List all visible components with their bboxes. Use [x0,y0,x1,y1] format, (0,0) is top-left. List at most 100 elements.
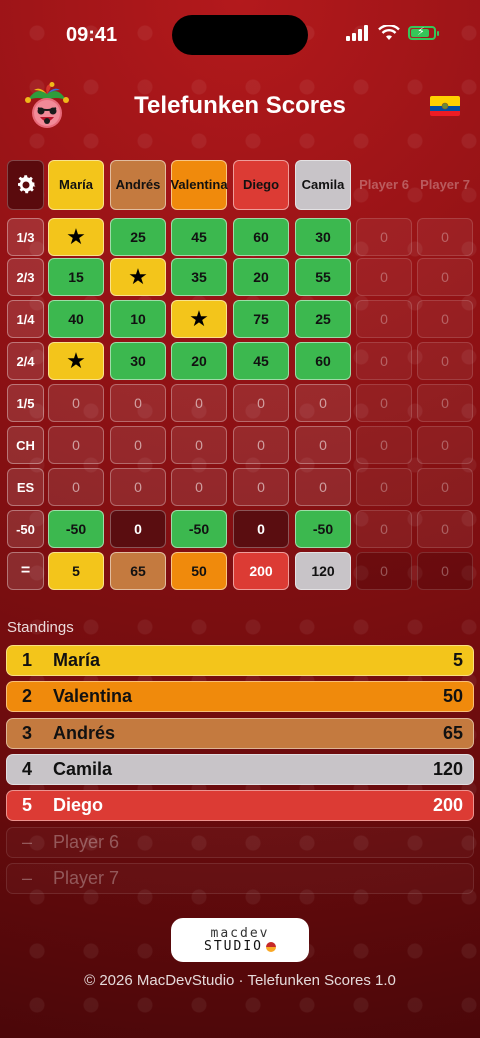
score-cell[interactable]: 20 [233,258,289,296]
winner-star-cell[interactable]: ★ [171,300,227,338]
logo-line2: STUDIO [204,940,276,953]
battery-icon: ⚡ [408,26,439,40]
standing-row: – Player 6 [6,827,474,858]
score-cell[interactable]: 0 [356,468,412,506]
total-cell: 0 [356,552,412,590]
player-header-5[interactable]: Camila [295,160,351,210]
score-cell[interactable]: 0 [295,468,351,506]
standing-name: Player 6 [53,832,120,852]
score-cell[interactable]: 0 [417,468,473,506]
round-label: 1/3 [7,218,44,256]
standing-score: 65 [442,723,463,743]
logo-line2-text: STUDIO [204,939,263,954]
player-header-2[interactable]: Andrés [110,160,166,210]
score-cell[interactable]: 0 [417,342,473,380]
score-cell[interactable]: 0 [356,218,412,256]
score-cell[interactable]: -50 [171,510,227,548]
header: Telefunken Scores [0,80,480,136]
score-cell[interactable]: 0 [356,384,412,422]
standing-rank: 2 [21,686,32,706]
standing-score: 5 [452,650,463,670]
score-cell[interactable]: 75 [233,300,289,338]
score-cell[interactable]: 0 [356,510,412,548]
status-icons: ⚡ [346,25,439,41]
standing-rank: 3 [21,723,32,743]
score-cell[interactable]: 30 [295,218,351,256]
total-cell: 65 [110,552,166,590]
standing-rank: – [21,832,32,852]
standing-name: Diego [53,795,104,815]
score-cell[interactable]: 25 [295,300,351,338]
score-cell[interactable]: 0 [356,300,412,338]
dynamic-island [172,15,308,55]
score-cell[interactable]: 10 [110,300,166,338]
score-cell[interactable]: 0 [171,384,227,422]
signal-icon [346,25,368,41]
score-cell[interactable]: 0 [417,218,473,256]
winner-star-cell[interactable]: ★ [48,342,104,380]
score-cell[interactable]: 0 [110,426,166,464]
standing-row: 1 María 5 [6,645,474,676]
score-cell[interactable]: 0 [356,258,412,296]
winner-star-cell[interactable]: ★ [110,258,166,296]
score-cell[interactable]: 0 [417,384,473,422]
score-cell[interactable]: 0 [171,426,227,464]
score-cell[interactable]: 25 [110,218,166,256]
score-cell[interactable]: 55 [295,258,351,296]
player-header-4[interactable]: Diego [233,160,289,210]
ecuador-flag-icon[interactable] [430,96,460,116]
score-cell[interactable]: 0 [110,468,166,506]
standing-rank: 1 [21,650,32,670]
score-cell[interactable]: 45 [233,342,289,380]
standing-row: 3 Andrés 65 [6,718,474,749]
standings-heading: Standings [7,619,74,636]
score-cell[interactable]: 60 [295,342,351,380]
score-cell[interactable]: 0 [233,384,289,422]
score-cell[interactable]: 0 [417,258,473,296]
score-cell[interactable]: 0 [295,426,351,464]
standing-score: 50 [442,686,463,706]
standing-rank: – [21,868,32,888]
score-cell[interactable]: 0 [110,384,166,422]
status-time: 09:41 [66,24,118,46]
round-label: CH [7,426,44,464]
score-cell[interactable]: 0 [233,468,289,506]
score-cell[interactable]: 0 [110,510,166,548]
macdevstudio-logo[interactable]: macdev STUDIO [171,918,309,962]
score-cell[interactable]: 0 [233,426,289,464]
score-cell[interactable]: -50 [295,510,351,548]
standing-score: 120 [432,759,463,779]
player-header-7[interactable]: Player 7 [417,160,473,210]
winner-star-cell[interactable]: ★ [48,218,104,256]
score-cell[interactable]: 0 [417,426,473,464]
score-cell[interactable]: 0 [356,426,412,464]
total-cell: 0 [417,552,473,590]
standing-row: – Player 7 [6,863,474,894]
score-cell[interactable]: 0 [356,342,412,380]
settings-button[interactable] [7,160,44,210]
player-header-3[interactable]: Valentina [170,160,228,210]
score-cell[interactable]: 0 [233,510,289,548]
score-cell[interactable]: 35 [171,258,227,296]
score-cell[interactable]: 0 [48,426,104,464]
player-header-1[interactable]: María [48,160,104,210]
score-cell[interactable]: 0 [295,384,351,422]
total-cell: 200 [233,552,289,590]
score-cell[interactable]: 20 [171,342,227,380]
round-label: 2/3 [7,258,44,296]
score-cell[interactable]: 0 [417,510,473,548]
score-cell[interactable]: 0 [171,468,227,506]
score-cell[interactable]: 0 [48,468,104,506]
standing-row: 5 Diego 200 [6,790,474,821]
standing-name: Valentina [53,686,133,706]
score-cell[interactable]: 60 [233,218,289,256]
score-cell[interactable]: 30 [110,342,166,380]
total-cell: 120 [295,552,351,590]
score-cell[interactable]: -50 [48,510,104,548]
player-header-6[interactable]: Player 6 [356,160,412,210]
score-cell[interactable]: 15 [48,258,104,296]
score-cell[interactable]: 0 [48,384,104,422]
score-cell[interactable]: 0 [417,300,473,338]
score-cell[interactable]: 40 [48,300,104,338]
score-cell[interactable]: 45 [171,218,227,256]
